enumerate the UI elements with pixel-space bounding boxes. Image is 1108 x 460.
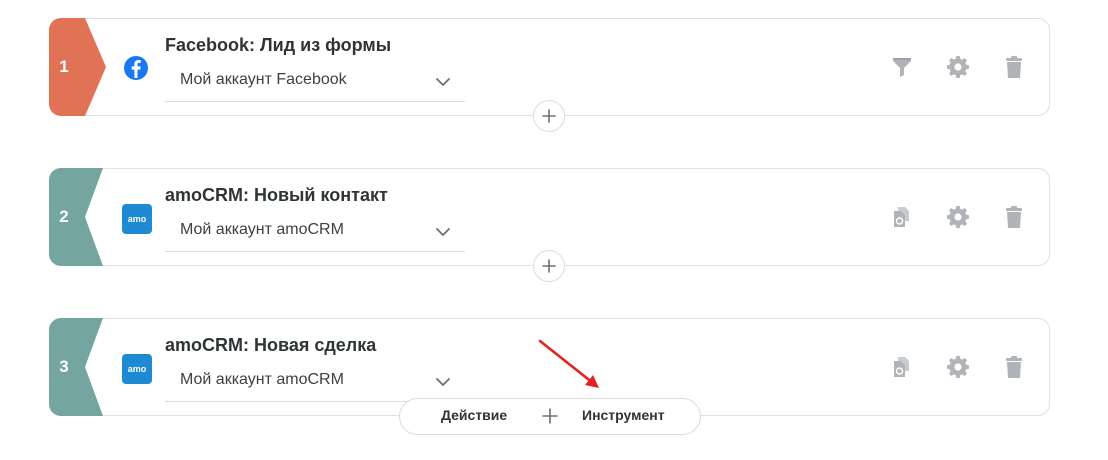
step-title: Facebook: Лид из формы [165,35,392,55]
svg-text:amo: amo [128,214,147,224]
add-step-button[interactable] [533,250,565,282]
add-tool-button[interactable]: Инструмент [582,407,665,423]
amocrm-icon: amo [122,354,152,384]
account-select-value: Мой аккаунт amoCRM [180,221,344,238]
facebook-icon [122,54,150,82]
step-badge: 3 [49,318,107,416]
trash-icon[interactable] [1002,205,1026,229]
chevron-down-icon [436,228,450,236]
add-step-button[interactable] [533,100,565,132]
gear-icon[interactable] [946,355,970,379]
step-title: amoCRM: Новая сделка [165,335,377,355]
account-select[interactable]: Мой аккаунт Facebook [165,69,465,102]
trash-icon[interactable] [1002,55,1026,79]
step-title: amoCRM: Новый контакт [165,185,388,205]
step-number: 1 [59,57,69,76]
plus-icon [542,109,556,123]
account-select[interactable]: Мой аккаунт amoCRM [165,219,465,252]
add-action-button[interactable]: Действие [441,407,507,423]
add-step-bar: Действие Инструмент [399,398,701,435]
gear-icon[interactable] [946,205,970,229]
step-badge: 1 [49,18,107,116]
amocrm-icon: amo [122,204,152,234]
plus-icon[interactable] [542,408,558,424]
trash-icon[interactable] [1002,355,1026,379]
copy-icon[interactable] [890,355,914,379]
copy-icon[interactable] [890,205,914,229]
chevron-down-icon [436,78,450,86]
svg-text:amo: amo [128,364,147,374]
plus-icon [542,259,556,273]
step-number: 3 [59,357,69,376]
account-select-value: Мой аккаунт amoCRM [180,371,344,388]
filter-icon[interactable] [890,55,914,79]
step-badge: 2 [49,168,107,266]
arrow-annotation-icon [538,339,599,388]
gear-icon[interactable] [946,55,970,79]
step-number: 2 [59,207,69,226]
account-select-value: Мой аккаунт Facebook [180,71,347,88]
chevron-down-icon [436,378,450,386]
